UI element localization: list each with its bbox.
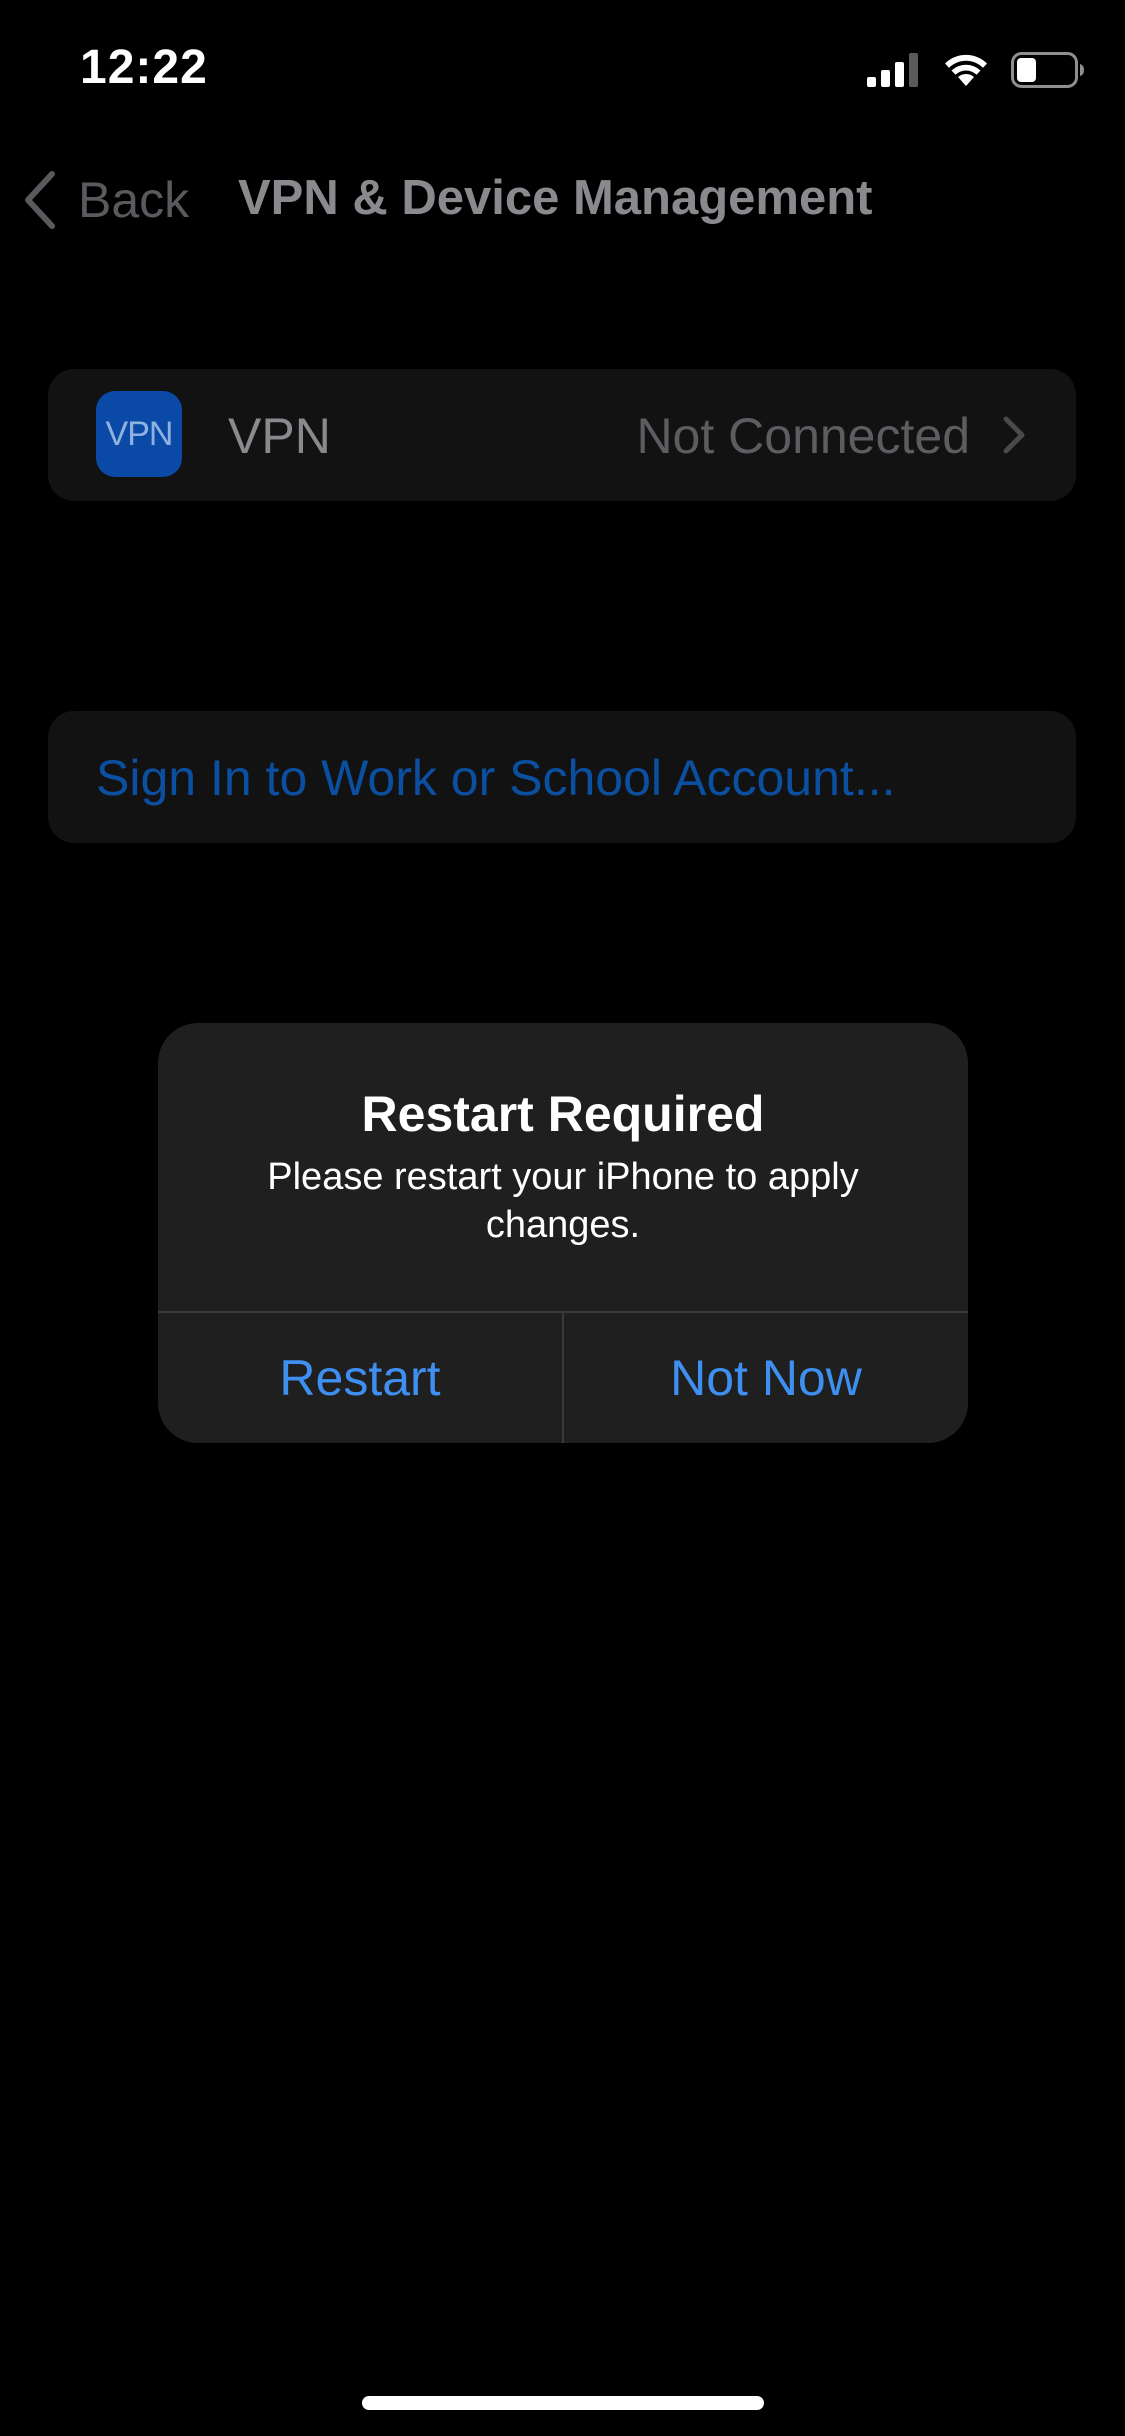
not-now-button[interactable]: Not Now [564,1313,968,1443]
sign-in-account-button[interactable]: Sign In to Work or School Account... [48,711,1076,843]
sign-in-account-label: Sign In to Work or School Account... [96,750,896,806]
chevron-right-icon [1003,416,1025,454]
vpn-app-icon: VPN [96,391,182,477]
back-label: Back [78,172,190,228]
vpn-row[interactable]: VPN VPN Not Connected [48,369,1076,501]
vpn-label: VPN [228,408,331,464]
battery-icon [1011,52,1084,88]
home-indicator[interactable] [362,2396,764,2410]
vpn-group: VPN VPN Not Connected [48,369,1076,501]
vpn-icon-text: VPN [105,414,174,453]
navigation-bar: Back VPN & Device Management [0,150,1125,250]
vpn-status: Not Connected [636,408,970,464]
status-icons [867,48,1085,92]
signin-group: Sign In to Work or School Account... [48,711,1076,843]
status-bar: 12:22 [0,0,1125,140]
alert-content: Restart Required Please restart your iPh… [158,1023,968,1311]
restart-alert: Restart Required Please restart your iPh… [158,1023,968,1443]
wifi-icon [945,54,987,86]
page-title: VPN & Device Management [238,171,873,225]
status-time: 12:22 [80,41,208,94]
alert-title: Restart Required [361,1086,765,1142]
restart-button[interactable]: Restart [158,1313,562,1443]
back-button[interactable]: Back [22,168,189,232]
cellular-signal-icon [867,53,918,87]
chevron-left-icon [25,171,55,229]
alert-message: Please restart your iPhone to apply chan… [267,1156,859,1246]
